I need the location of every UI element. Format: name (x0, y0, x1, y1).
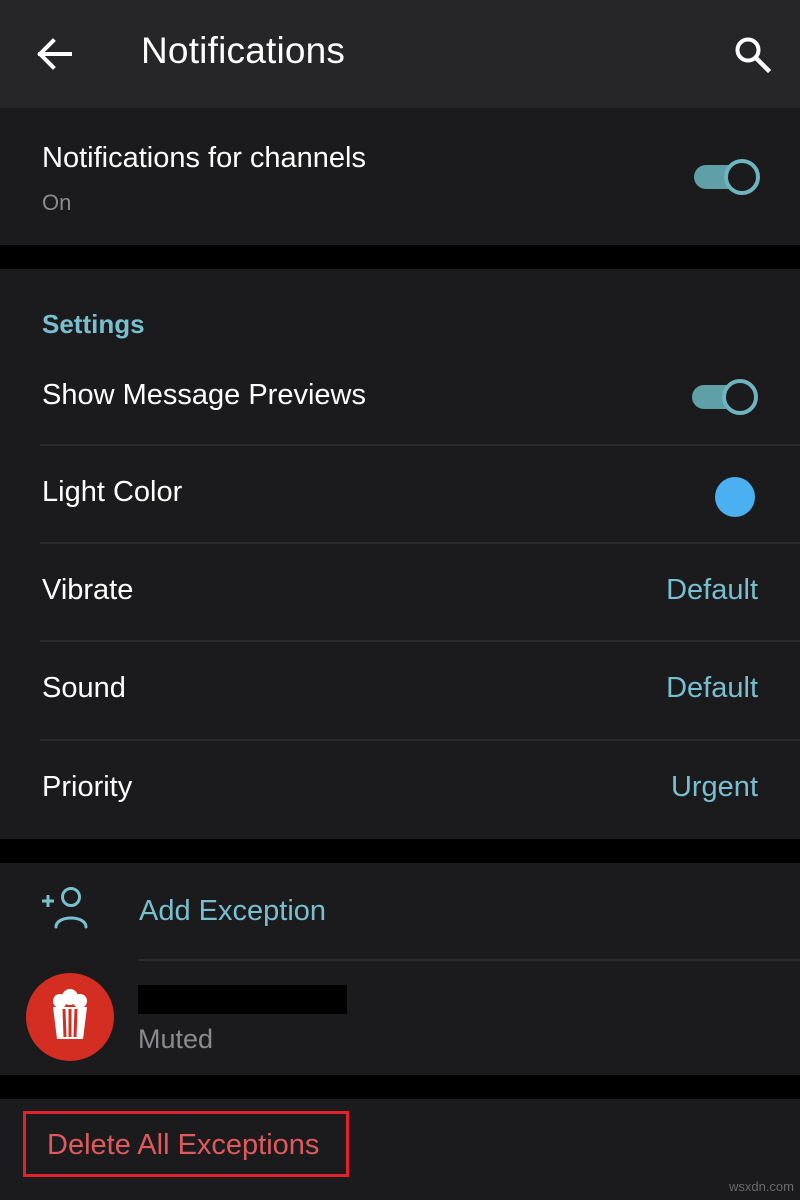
settings-header: Settings (42, 309, 145, 339)
settings-section: Settings Show Message Previews Light Col… (0, 269, 800, 839)
sound-row[interactable]: Sound Default (0, 642, 800, 740)
channels-notifications-toggle[interactable] (692, 159, 760, 195)
popcorn-icon (53, 989, 87, 1039)
add-exception-button[interactable]: Add Exception (0, 863, 800, 960)
priority-row[interactable]: Priority Urgent (0, 741, 800, 839)
channels-notifications-title: Notifications for channels (42, 142, 366, 174)
exception-item[interactable]: Muted (0, 961, 800, 1075)
channels-notifications-status: On (42, 190, 72, 215)
vibrate-label: Vibrate (42, 574, 134, 606)
toggle-knob (722, 379, 758, 415)
sound-value: Default (666, 672, 758, 704)
watermark: wsxdn.com (728, 1179, 794, 1194)
search-button[interactable] (722, 24, 782, 84)
delete-all-exceptions-label: Delete All Exceptions (47, 1129, 320, 1161)
delete-section: Delete All Exceptions wsxdn.com (0, 1099, 800, 1200)
light-color-swatch (715, 477, 755, 517)
arrow-left-icon (37, 38, 72, 70)
priority-label: Priority (42, 771, 133, 803)
vibrate-row[interactable]: Vibrate Default (0, 544, 800, 642)
add-user-icon (42, 887, 88, 929)
exceptions-section: Add Exception Muted (0, 863, 800, 1075)
vibrate-value: Default (666, 574, 758, 606)
show-message-previews-label: Show Message Previews (42, 379, 366, 411)
exception-name-redacted (138, 985, 347, 1014)
priority-value: Urgent (670, 771, 758, 803)
add-exception-label: Add Exception (139, 895, 327, 927)
sound-label: Sound (42, 672, 126, 704)
avatar (26, 973, 114, 1061)
delete-all-exceptions-button[interactable]: Delete All Exceptions (23, 1111, 349, 1177)
notifications-screen: Notifications Notifications for channels… (0, 0, 800, 1200)
light-color-row[interactable]: Light Color (0, 446, 800, 544)
show-message-previews-row[interactable]: Show Message Previews (0, 349, 800, 447)
show-message-previews-toggle[interactable] (690, 379, 758, 415)
app-bar: Notifications (0, 0, 800, 108)
search-icon (735, 37, 772, 74)
exception-status: Muted (138, 1024, 214, 1054)
toggle-knob (724, 159, 760, 195)
back-button[interactable] (24, 24, 84, 84)
light-color-label: Light Color (42, 476, 183, 508)
page-title: Notifications (141, 30, 346, 71)
channels-notifications-row[interactable]: Notifications for channels On (0, 108, 800, 245)
